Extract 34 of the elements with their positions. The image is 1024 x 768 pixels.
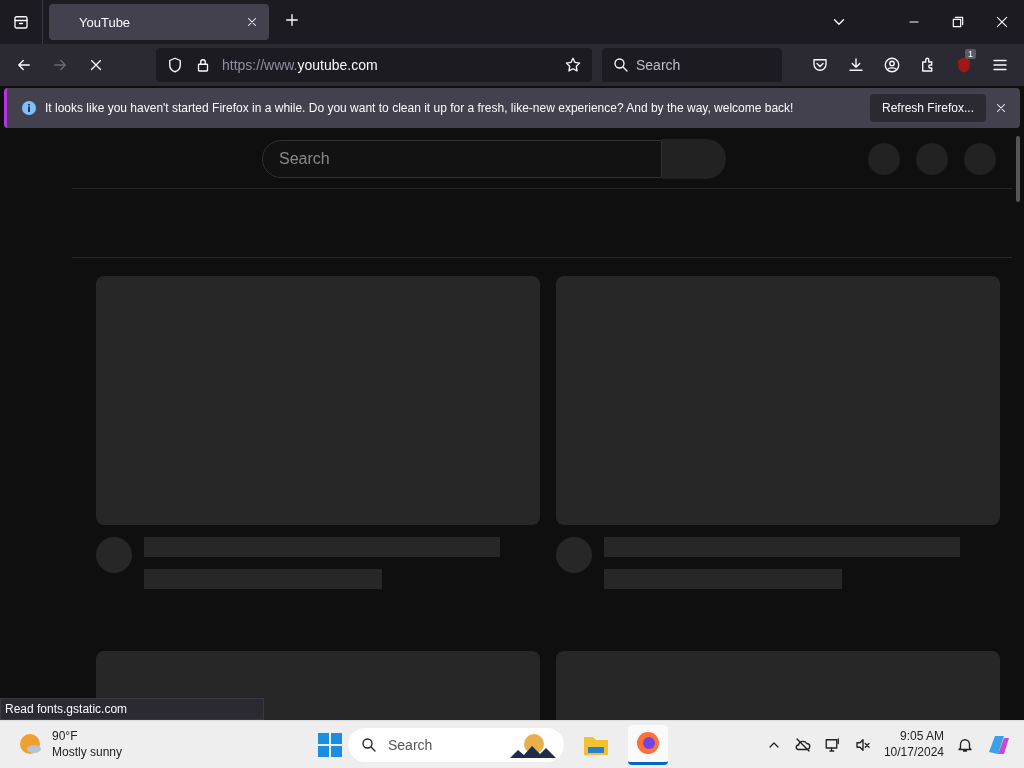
status-text: Read fonts.gstatic.com [0,698,264,720]
search-icon[interactable] [612,56,630,74]
weather-condition: Mostly sunny [52,744,123,761]
landscape-icon [510,731,556,758]
plus-icon[interactable] [283,11,301,29]
shield-icon[interactable] [166,56,184,74]
close-icon[interactable] [994,14,1010,30]
notification-message: It looks like you haven't started Firefox in a while. Do you want to clean it up for a fresh, like-new experience? And by the way, welcome back! [45,101,794,115]
clock-date[interactable]: 10/17/2024 [883,744,944,761]
pocket-icon[interactable] [811,56,829,74]
address-bar[interactable]: https://www.youtube.com [156,48,592,82]
search-field[interactable]: Search [602,48,782,82]
video-search-field[interactable]: Search [262,140,662,178]
temperature: 90°F [52,728,79,745]
account-icon[interactable] [883,56,901,74]
scrollbar-thumb[interactable] [1016,136,1020,202]
clock-time[interactable]: 9:05 AM [899,728,944,745]
browser-tab[interactable]: YouTube [49,4,269,40]
start-icon[interactable] [318,732,342,757]
browser-icon[interactable] [635,730,661,756]
search-icon[interactable] [360,735,378,754]
avatar-placeholder [556,537,592,573]
extension-badge: 1 [965,49,976,59]
monitor-icon[interactable] [823,735,842,754]
restore-icon[interactable] [950,14,966,30]
star-icon[interactable] [564,56,582,74]
taskbar-search-field[interactable]: Search [348,727,564,762]
avatar-placeholder [96,537,132,573]
tab-list-icon[interactable] [12,13,30,31]
download-icon[interactable] [847,56,865,74]
close-icon[interactable] [245,15,259,29]
close-icon[interactable] [994,101,1008,115]
info-icon [21,100,37,116]
refresh-firefox-button[interactable]: Refresh Firefox... [869,94,986,122]
